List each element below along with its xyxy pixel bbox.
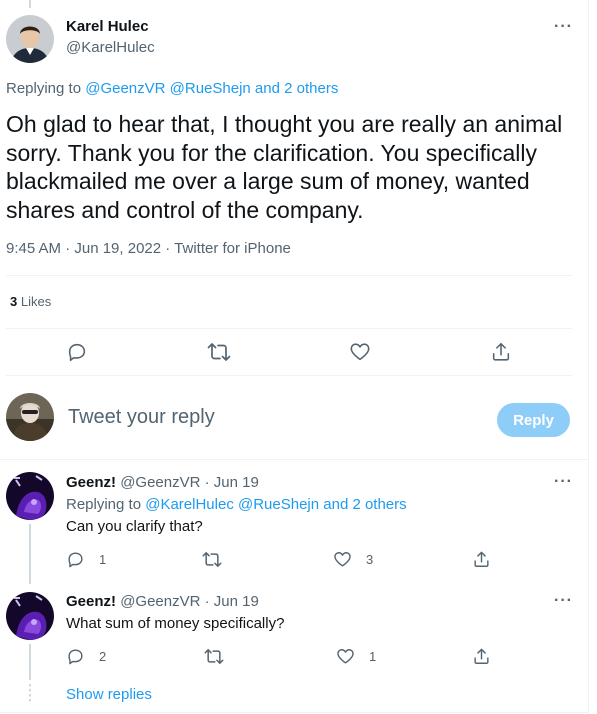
submit-reply-button[interactable]: Reply	[497, 403, 570, 437]
reply-button[interactable]: 1	[66, 550, 106, 569]
thread-connector-dotted	[29, 684, 31, 704]
share-icon	[492, 342, 510, 361]
divider	[0, 459, 589, 460]
share-button[interactable]	[472, 550, 491, 569]
heart-icon	[334, 552, 351, 567]
more-options-icon[interactable]: ···	[554, 474, 573, 490]
replying-to-label: Replying to	[66, 496, 142, 513]
likes-label: Likes	[20, 294, 52, 309]
like-button[interactable]: 1	[336, 647, 376, 666]
geenz-avatar[interactable]	[6, 472, 54, 520]
reply-author-name[interactable]: Geenz!	[66, 593, 116, 610]
share-icon	[474, 648, 489, 664]
retweet-icon	[202, 552, 222, 567]
replying-to-line: Replying to @KarelHulec @RueShejn and 2 …	[66, 496, 407, 513]
retweet-icon	[204, 649, 224, 664]
retweet-button[interactable]	[204, 647, 224, 666]
reply-handle-date[interactable]: @GeenzVR · Jun 19	[120, 593, 259, 610]
reply-author-name[interactable]: Geenz!	[66, 474, 116, 491]
reply-icon	[68, 343, 86, 362]
share-button[interactable]	[490, 341, 512, 363]
reply-text: Can you clarify that?	[66, 518, 203, 535]
tweet-text: Oh glad to hear that, I thought you are …	[6, 111, 563, 223]
likes-count: 3	[10, 294, 18, 309]
like-count: 1	[369, 649, 377, 664]
thread-connector-top	[29, 0, 31, 8]
like-count: 3	[366, 552, 374, 567]
divider	[6, 375, 572, 376]
reply-icon	[68, 649, 83, 665]
reply-input[interactable]: Tweet your reply	[68, 406, 215, 429]
share-button[interactable]	[472, 647, 491, 666]
heart-icon	[337, 649, 354, 664]
divider	[6, 328, 572, 329]
thread-connector	[29, 644, 31, 680]
reply-button[interactable]: 2	[66, 647, 106, 666]
retweet-button[interactable]	[202, 550, 222, 569]
divider	[0, 712, 589, 713]
replying-to-label: Replying to	[6, 80, 82, 97]
replying-to-mentions[interactable]: @KarelHulec @RueShejn and 2 others	[145, 496, 406, 513]
more-options-icon[interactable]: ···	[554, 19, 573, 35]
thread-connector	[29, 524, 31, 584]
reply-text: What sum of money specifically?	[66, 615, 285, 632]
like-button[interactable]: 3	[333, 550, 373, 569]
more-options-icon[interactable]: ···	[554, 593, 573, 609]
author-name[interactable]: Karel Hulec	[66, 18, 149, 35]
reply-header: Geenz! @GeenzVR · Jun 19	[66, 593, 259, 610]
reply-button[interactable]	[66, 341, 88, 363]
retweet-button[interactable]	[207, 341, 231, 363]
reply-handle-date[interactable]: @GeenzVR · Jun 19	[120, 474, 259, 491]
geenz-avatar[interactable]	[6, 592, 54, 640]
like-button[interactable]	[349, 341, 371, 363]
tweet-timestamp[interactable]: 9:45 AM · Jun 19, 2022 · Twitter for iPh…	[6, 240, 291, 257]
my-avatar[interactable]	[6, 393, 54, 441]
share-icon	[474, 551, 489, 567]
karel-avatar[interactable]	[6, 15, 54, 63]
replying-to-mentions[interactable]: @GeenzVR @RueShejn and 2 others	[85, 80, 338, 97]
heart-icon	[350, 343, 370, 361]
reply-count: 1	[99, 552, 107, 567]
replying-to-line: Replying to @GeenzVR @RueShejn and 2 oth…	[6, 80, 338, 97]
likes-count-link[interactable]: 3 Likes	[10, 294, 51, 309]
divider	[6, 275, 572, 276]
author-handle[interactable]: @KarelHulec	[66, 39, 155, 56]
reply-icon	[68, 552, 83, 568]
reply-header: Geenz! @GeenzVR · Jun 19	[66, 474, 259, 491]
reply-count: 2	[99, 649, 107, 664]
retweet-icon	[207, 343, 231, 361]
show-replies-link[interactable]: Show replies	[66, 686, 152, 703]
